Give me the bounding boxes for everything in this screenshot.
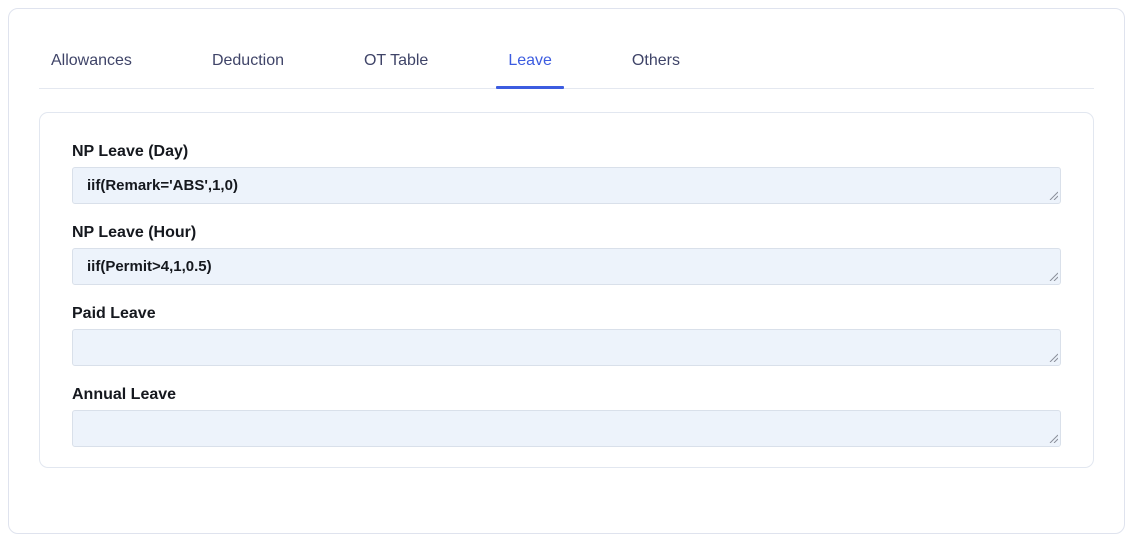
np-leave-hour-input[interactable]: iif(Permit>4,1,0.5) [72, 248, 1061, 285]
field-paid-leave: Paid Leave [72, 305, 1061, 366]
resize-handle-icon[interactable] [1048, 352, 1058, 362]
leave-form-card: NP Leave (Day) iif(Remark='ABS',1,0) NP … [39, 112, 1094, 468]
resize-handle-icon[interactable] [1048, 190, 1058, 200]
resize-handle-icon[interactable] [1048, 271, 1058, 281]
np-leave-day-label: NP Leave (Day) [72, 143, 189, 160]
paid-leave-wrap [72, 329, 1061, 366]
np-leave-hour-wrap: iif(Permit>4,1,0.5) [72, 248, 1061, 285]
field-annual-leave: Annual Leave [72, 386, 1061, 447]
settings-panel: Allowances Deduction OT Table Leave Othe… [8, 8, 1125, 534]
tab-bar: Allowances Deduction OT Table Leave Othe… [39, 9, 1094, 89]
paid-leave-input[interactable] [72, 329, 1061, 366]
field-np-leave-day: NP Leave (Day) iif(Remark='ABS',1,0) [72, 143, 1061, 204]
resize-handle-icon[interactable] [1048, 433, 1058, 443]
tab-ot-table[interactable]: OT Table [352, 52, 440, 88]
np-leave-day-input[interactable]: iif(Remark='ABS',1,0) [72, 167, 1061, 204]
tab-others[interactable]: Others [620, 52, 692, 88]
tab-allowances[interactable]: Allowances [39, 52, 144, 88]
np-leave-day-wrap: iif(Remark='ABS',1,0) [72, 167, 1061, 204]
np-leave-hour-label: NP Leave (Hour) [72, 224, 197, 241]
tab-leave[interactable]: Leave [496, 52, 564, 89]
paid-leave-label: Paid Leave [72, 305, 156, 322]
tab-deduction[interactable]: Deduction [200, 52, 296, 88]
annual-leave-label: Annual Leave [72, 386, 177, 403]
annual-leave-input[interactable] [72, 410, 1061, 447]
annual-leave-wrap [72, 410, 1061, 447]
field-np-leave-hour: NP Leave (Hour) iif(Permit>4,1,0.5) [72, 224, 1061, 285]
